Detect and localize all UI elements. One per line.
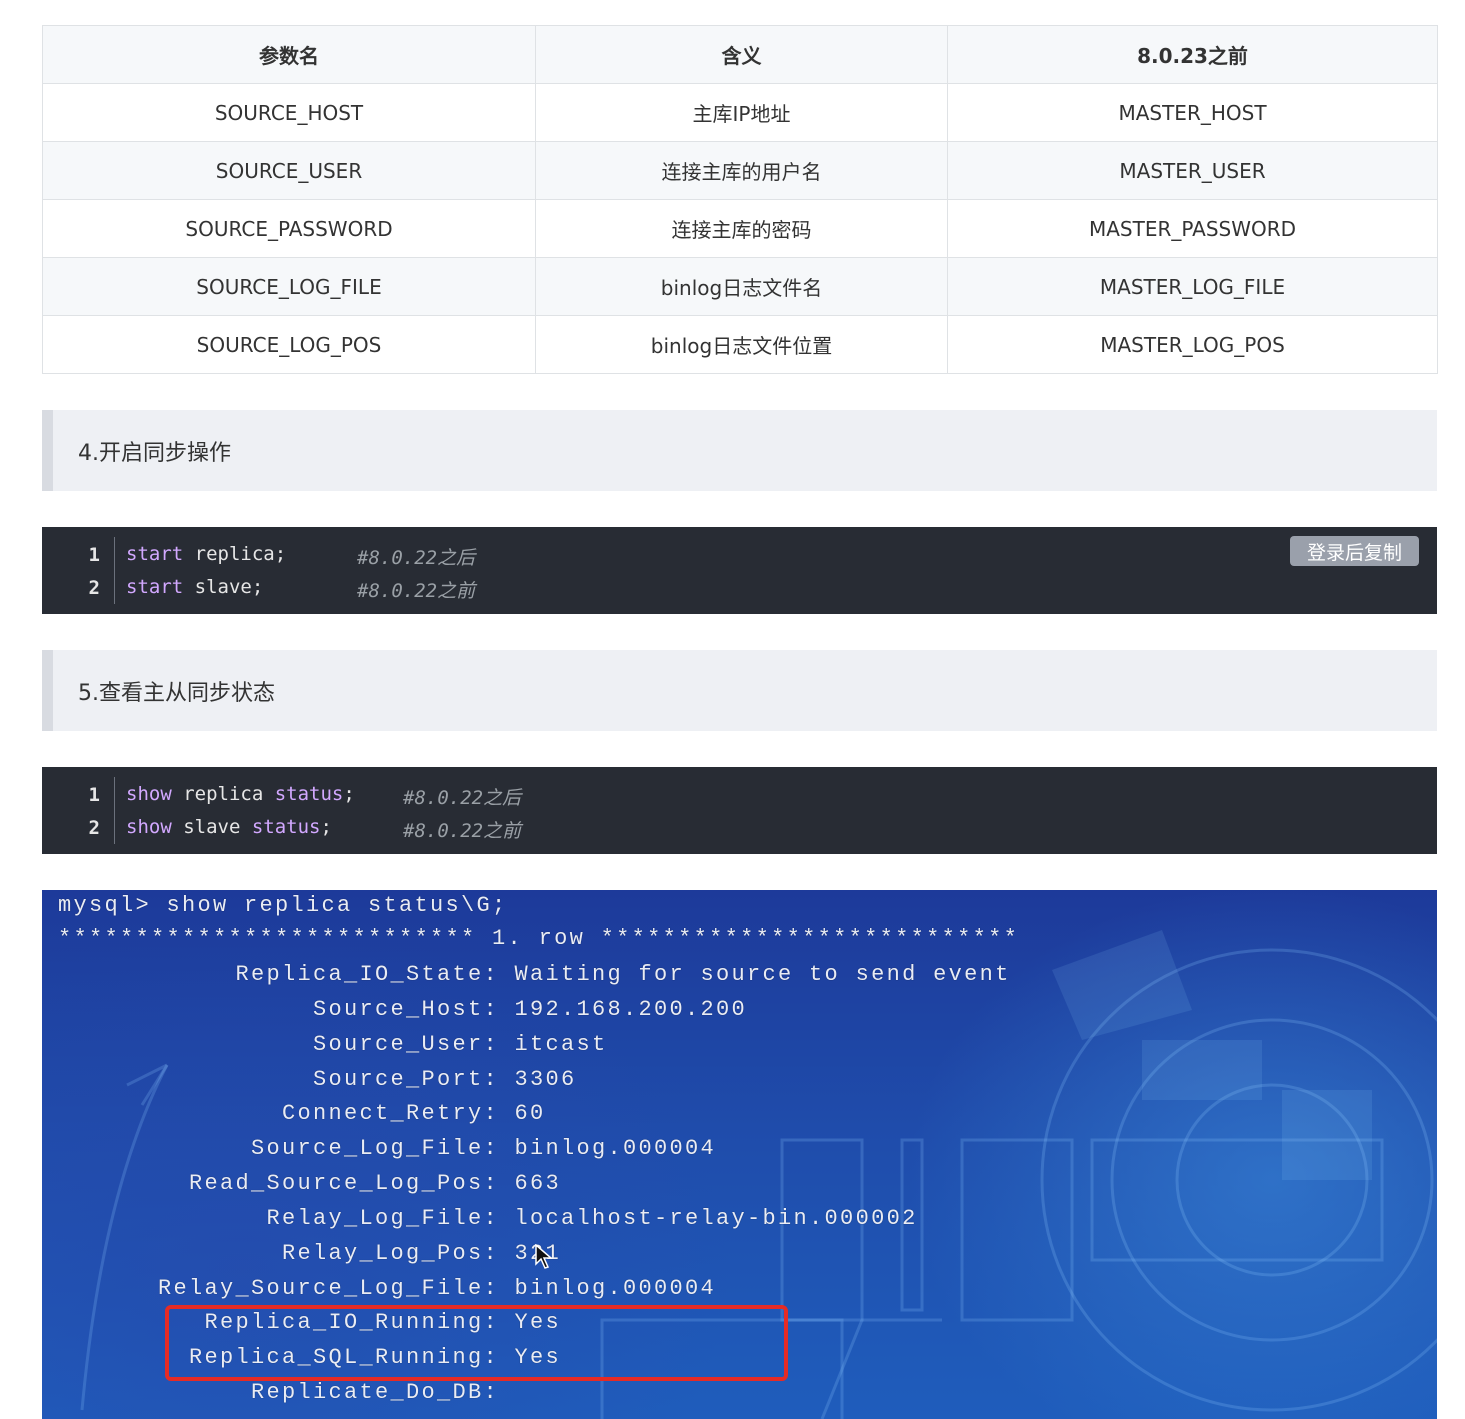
table-cell: SOURCE_HOST bbox=[42, 83, 536, 142]
code-keyword: start bbox=[126, 543, 184, 565]
terminal-command: mysql> show replica status\G; bbox=[58, 893, 508, 918]
table-cell: 主库IP地址 bbox=[535, 83, 948, 142]
terminal-field-line: Relay_Log_Pos: 321 bbox=[58, 1241, 561, 1275]
section-title: 5.查看主从同步状态 bbox=[78, 680, 275, 706]
parameter-table: 参数名 含义 8.0.23之前 SOURCE_HOST 主库IP地址 MASTE… bbox=[42, 25, 1438, 374]
terminal-field-line: Connect_Retry: 60 bbox=[58, 1101, 546, 1135]
field-value: 663 bbox=[514, 1171, 562, 1196]
field-label: Relay_Source_Log_File: bbox=[157, 1276, 499, 1301]
terminal-field-line: Read_Source_Log_Pos: 663 bbox=[58, 1171, 561, 1205]
field-label: Source_Host: bbox=[312, 997, 499, 1022]
code-keyword: show bbox=[126, 783, 172, 805]
code-plain: slave; bbox=[183, 576, 264, 598]
terminal-field-line: Source_User: itcast bbox=[58, 1032, 608, 1066]
terminal-field-line: Replica_IO_State: Waiting for source to … bbox=[58, 962, 1011, 996]
line-number-gutter-divider bbox=[114, 537, 115, 604]
code-block-start-sync[interactable]: 1 start replica; #8.0.22之后 2 start slave… bbox=[42, 527, 1437, 614]
table-cell: SOURCE_LOG_FILE bbox=[42, 257, 536, 316]
code-plain: ; bbox=[320, 816, 332, 838]
field-label: Relay_Log_Pos: bbox=[281, 1241, 499, 1266]
section-heading-view-sync-status: 5.查看主从同步状态 bbox=[42, 650, 1437, 731]
field-value: 60 bbox=[514, 1101, 546, 1126]
table-cell: SOURCE_USER bbox=[42, 141, 536, 200]
field-label: Replicate_Do_DB: bbox=[250, 1380, 499, 1405]
code-plain: replica; bbox=[183, 543, 287, 565]
field-value: binlog.000004 bbox=[514, 1136, 717, 1161]
field-value: 3306 bbox=[514, 1067, 577, 1092]
table-cell: SOURCE_PASSWORD bbox=[42, 199, 536, 258]
field-value: 192.168.200.200 bbox=[514, 997, 748, 1022]
table-cell: 连接主库的密码 bbox=[535, 199, 948, 258]
code-line: 2 start slave; #8.0.22之前 bbox=[42, 571, 476, 604]
line-number: 2 bbox=[88, 576, 100, 599]
field-label: Connect_Retry: bbox=[281, 1101, 499, 1126]
table-cell: SOURCE_LOG_POS bbox=[42, 315, 536, 374]
code-comment: #8.0.22之后 bbox=[357, 547, 476, 569]
mouse-cursor-icon bbox=[535, 1244, 553, 1269]
table-row: SOURCE_PASSWORD 连接主库的密码 MASTER_PASSWORD bbox=[42, 199, 1438, 258]
section-heading-start-sync: 4.开启同步操作 bbox=[42, 410, 1437, 491]
field-value: Waiting for source to send event bbox=[514, 962, 1011, 987]
code-text: start slave; bbox=[126, 576, 263, 598]
terminal-field-line: Relay_Log_File: localhost-relay-bin.0000… bbox=[58, 1206, 918, 1240]
terminal-field-line: Source_Host: 192.168.200.200 bbox=[58, 997, 747, 1031]
line-number-gutter-divider bbox=[114, 777, 115, 844]
code-text: show slave status; bbox=[126, 816, 332, 838]
code-line: 1 start replica; #8.0.22之后 bbox=[42, 538, 476, 571]
code-keyword: status bbox=[251, 816, 321, 838]
terminal-screenshot: mysql> show replica status\G; **********… bbox=[42, 890, 1437, 1419]
copy-after-login-button[interactable]: 登录后复制 bbox=[1290, 536, 1419, 566]
table-header-row: 参数名 含义 8.0.23之前 bbox=[42, 25, 1438, 84]
section-title: 4.开启同步操作 bbox=[78, 440, 231, 466]
table-row: SOURCE_LOG_FILE binlog日志文件名 MASTER_LOG_F… bbox=[42, 257, 1438, 316]
field-label: Source_Log_File: bbox=[250, 1136, 499, 1161]
table-cell: binlog日志文件位置 bbox=[535, 315, 948, 374]
column-header-param-name: 参数名 bbox=[42, 25, 536, 84]
column-header-meaning: 含义 bbox=[535, 25, 948, 84]
code-comment: #8.0.22之前 bbox=[357, 580, 476, 602]
field-label: Relay_Log_File: bbox=[266, 1206, 499, 1231]
field-label: Replica_IO_State: bbox=[235, 962, 499, 987]
column-header-before-8023: 8.0.23之前 bbox=[947, 25, 1438, 84]
table-cell: binlog日志文件名 bbox=[535, 257, 948, 316]
terminal-field-line: Replicate_Do_DB: bbox=[58, 1380, 515, 1414]
code-comment: #8.0.22之前 bbox=[403, 820, 522, 842]
code-block-view-status[interactable]: 1 show replica status; #8.0.22之后 2 show … bbox=[42, 767, 1437, 854]
table-row: SOURCE_LOG_POS binlog日志文件位置 MASTER_LOG_P… bbox=[42, 315, 1438, 374]
code-keyword: show bbox=[126, 816, 172, 838]
code-text: start replica; bbox=[126, 543, 286, 565]
code-plain: ; bbox=[343, 783, 355, 805]
table-cell: MASTER_LOG_POS bbox=[947, 315, 1438, 374]
code-line: 1 show replica status; #8.0.22之后 bbox=[42, 778, 522, 811]
field-value: localhost-relay-bin.000002 bbox=[514, 1206, 918, 1231]
terminal-field-line: Source_Log_File: binlog.000004 bbox=[58, 1136, 716, 1170]
line-number: 1 bbox=[88, 783, 100, 806]
field-value: binlog.000004 bbox=[514, 1276, 717, 1301]
terminal-field-line: Source_Port: 3306 bbox=[58, 1067, 577, 1101]
line-number: 2 bbox=[88, 816, 100, 839]
code-line: 2 show slave status; #8.0.22之前 bbox=[42, 811, 522, 844]
table-cell: MASTER_USER bbox=[947, 141, 1438, 200]
terminal-row-banner: *************************** 1. row *****… bbox=[58, 926, 1020, 951]
table-cell: MASTER_HOST bbox=[947, 83, 1438, 142]
table-row: SOURCE_USER 连接主库的用户名 MASTER_USER bbox=[42, 141, 1438, 200]
code-text: show replica status; bbox=[126, 783, 355, 805]
code-keyword: start bbox=[126, 576, 184, 598]
code-plain: replica bbox=[171, 783, 275, 805]
line-number: 1 bbox=[88, 543, 100, 566]
table-cell: MASTER_LOG_FILE bbox=[947, 257, 1438, 316]
code-comment: #8.0.22之后 bbox=[403, 787, 522, 809]
highlight-box-running-status bbox=[165, 1305, 788, 1381]
table-row: SOURCE_HOST 主库IP地址 MASTER_HOST bbox=[42, 83, 1438, 142]
table-cell: MASTER_PASSWORD bbox=[947, 199, 1438, 258]
code-keyword: status bbox=[274, 783, 344, 805]
field-value: itcast bbox=[514, 1032, 608, 1057]
field-label: Read_Source_Log_Pos: bbox=[188, 1171, 499, 1196]
table-cell: 连接主库的用户名 bbox=[535, 141, 948, 200]
code-plain: slave bbox=[171, 816, 252, 838]
field-label: Source_User: bbox=[312, 1032, 499, 1057]
field-label: Source_Port: bbox=[312, 1067, 499, 1092]
